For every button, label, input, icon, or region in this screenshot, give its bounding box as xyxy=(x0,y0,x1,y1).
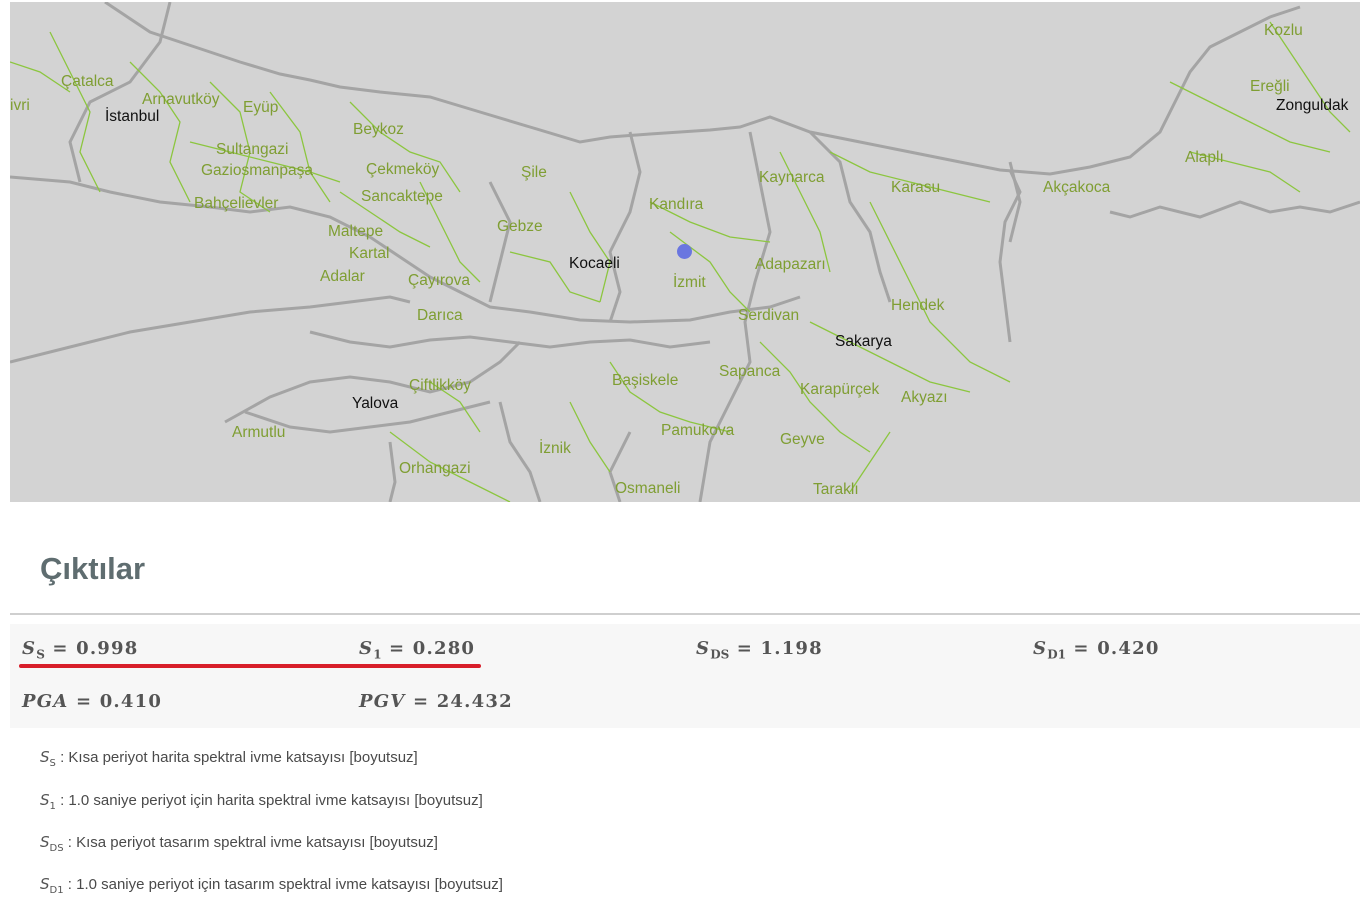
description-sd1: SD1 : 1.0 saniye periyot için tasarım sp… xyxy=(40,875,503,896)
place-label: Kocaeli xyxy=(569,255,620,272)
description-sds: SDS : Kısa periyot tasarım spektral ivme… xyxy=(40,833,438,854)
place-label: Gaziosmanpaşa xyxy=(201,162,314,179)
results-panel: SS = 0.998 S1 = 0.280 SDS = 1.198 SD1 = … xyxy=(10,624,1360,728)
place-label: Beykoz xyxy=(353,121,404,138)
place-label: İstanbul xyxy=(105,108,160,125)
place-label: Maltepe xyxy=(328,223,384,240)
place-label: Şile xyxy=(521,164,547,181)
place-label: Çekmeköy xyxy=(366,161,440,178)
place-label: Çayırova xyxy=(408,272,471,289)
section-title: Çıktılar xyxy=(40,551,146,586)
highlight-underline xyxy=(19,664,481,668)
place-label: Sultangazi xyxy=(216,141,289,158)
place-label: Çatalca xyxy=(61,73,114,90)
place-label: Armutlu xyxy=(232,424,286,441)
place-label: Kartal xyxy=(349,245,390,262)
place-label: Hendek xyxy=(891,297,945,314)
result-ss: SS = 0.998 xyxy=(22,638,139,662)
place-label: Alaplı xyxy=(1185,149,1224,166)
place-label: Bahçelievler xyxy=(194,195,279,212)
map-view[interactable]: Kozlu Ereğli Zonguldak Alaplı Akçakoca i… xyxy=(10,2,1360,502)
result-pga: PGA = 0.410 xyxy=(22,691,163,712)
place-label: Ereğli xyxy=(1250,78,1290,95)
place-label: Karasu xyxy=(891,179,941,196)
divider xyxy=(10,613,1360,615)
place-label: Adapazarı xyxy=(755,256,826,273)
place-label: İzmit xyxy=(673,274,706,291)
place-label: Kozlu xyxy=(1264,22,1303,39)
place-label: Osmaneli xyxy=(615,480,681,497)
place-label: Serdivan xyxy=(738,307,800,324)
description-ss: SS : Kısa periyot harita spektral ivme k… xyxy=(40,748,418,769)
result-sd1: SD1 = 0.420 xyxy=(1033,638,1160,662)
place-label: Sakarya xyxy=(835,333,892,350)
place-label: Orhangazi xyxy=(399,460,471,477)
place-label: Yalova xyxy=(352,395,399,412)
description-s1: S1 : 1.0 saniye periyot için harita spek… xyxy=(40,791,483,812)
place-label: Kandıra xyxy=(649,196,704,213)
place-label: İznik xyxy=(539,440,571,457)
place-label: Zonguldak xyxy=(1276,97,1349,114)
place-label: Eyüp xyxy=(243,99,279,116)
place-label: Çiftlikköy xyxy=(409,377,472,394)
place-label: Sancaktepe xyxy=(361,188,443,205)
place-label: Geyve xyxy=(780,431,825,448)
place-label: Akçakoca xyxy=(1043,179,1111,196)
result-s1: S1 = 0.280 xyxy=(359,638,476,662)
place-label: Kaynarca xyxy=(759,169,825,186)
place-label: Karapürçek xyxy=(800,381,880,398)
result-sds: SDS = 1.198 xyxy=(696,638,823,662)
place-label: Akyazı xyxy=(901,389,948,406)
place-label: ivri xyxy=(10,97,30,114)
place-label: Sapanca xyxy=(719,363,781,380)
place-label: Pamukova xyxy=(661,422,735,439)
place-label: Arnavutköy xyxy=(142,91,220,108)
place-label: Darıca xyxy=(417,307,463,324)
place-label: Adalar xyxy=(320,268,365,285)
location-dot-icon[interactable] xyxy=(677,244,692,259)
place-label: Başiskele xyxy=(612,372,679,389)
result-pgv: PGV = 24.432 xyxy=(359,691,513,712)
place-label: Gebze xyxy=(497,218,543,235)
place-label: Taraklı xyxy=(813,481,859,498)
